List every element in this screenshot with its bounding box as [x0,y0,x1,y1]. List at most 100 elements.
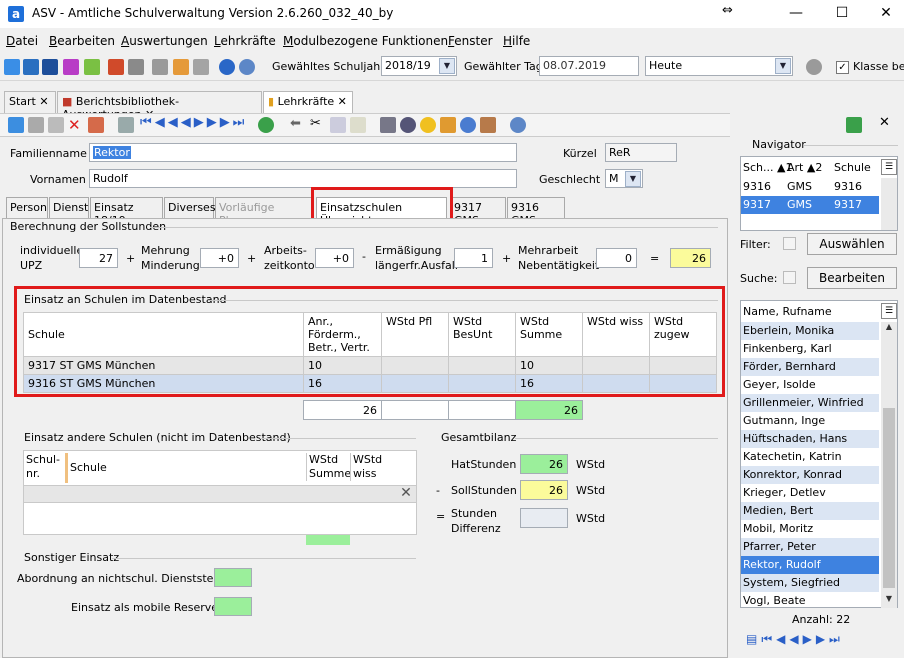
navigation-icons[interactable]: ⏮◀◀◀▶▶▶⏭ [140,115,247,130]
tab-einsatz[interactable]: Einsatz 18/19 [90,197,163,227]
bearbeiten-button[interactable]: Bearbeiten [807,267,897,289]
list-item[interactable]: Hüftschaden, Hans [741,430,879,448]
menu-fenster[interactable]: Fenster [448,34,493,48]
column-chooser-icon[interactable]: ☰ [881,159,897,175]
preview-icon[interactable] [400,117,416,133]
menu-lehrkraefte[interactable]: Lehrkräfte [214,34,276,48]
scrollbar[interactable] [881,178,897,230]
print-icon[interactable] [380,117,396,133]
column-chooser-icon[interactable]: ☰ [881,303,897,319]
kuerzel-field[interactable]: ReR [605,143,677,162]
tab-dienst[interactable]: Dienst [49,197,89,218]
list-item[interactable]: System, Siegfried [741,574,879,592]
lock-icon[interactable] [806,59,822,75]
list-item[interactable]: Gutmann, Inge [741,412,879,430]
mail-icon[interactable] [88,117,104,133]
close-icon[interactable]: ✕ [39,95,48,108]
list-item[interactable]: Krieger, Detlev [741,484,879,502]
schuljahr-select[interactable]: 2018/19 ▼ [381,56,457,76]
arbeitszeit-field[interactable]: +0 [315,248,354,268]
heute-select[interactable]: Heute ▼ [645,56,793,76]
column-resize-handle[interactable] [65,453,68,483]
list-item[interactable]: Mobil, Moritz [741,520,879,538]
grid-icon[interactable] [118,117,134,133]
table-row[interactable] [24,485,416,503]
clock-icon[interactable] [460,117,476,133]
menu-modulbezogene-funktionen[interactable]: Modulbezogene Funktionen [283,34,448,48]
list-item[interactable]: 9317 GMS 9317 [741,196,879,214]
list-item[interactable]: Pfarrer, Peter [741,538,879,556]
col-header-wstd-wiss[interactable]: WStd wiss [350,453,394,481]
col-header-schulnr[interactable]: Schul- nr. [26,453,64,481]
auswaehlen-button[interactable]: Auswählen [807,233,897,255]
chevron-down-icon[interactable]: ▼ [881,594,897,608]
col-header-schule[interactable]: Schule [834,161,871,174]
klasse-checkbox[interactable]: ✓ [836,61,849,74]
col-header-art[interactable]: Art ▲2 [787,161,822,174]
list-item[interactable]: Medien, Bert [741,502,879,520]
help-icon[interactable] [510,117,526,133]
col-header-wstd-summe[interactable]: WStd Summe [306,453,351,481]
tab-lehrkraefte[interactable]: ▮ Lehrkräfte ✕ [263,91,353,114]
calendar-icon[interactable] [173,59,189,75]
list-item[interactable]: Förder, Bernhard [741,358,879,376]
mobile-reserve-field[interactable] [214,597,252,616]
tab-start[interactable]: Start ✕ [4,91,56,113]
paste-icon[interactable] [350,117,366,133]
col-header-schulnr[interactable]: Sch... ▲1 [743,161,792,174]
delete-icon[interactable]: ✕ [68,116,81,134]
help-icon[interactable] [239,59,255,75]
list-item[interactable]: 9316 GMS 9316 [741,178,879,196]
refresh-icon[interactable] [846,117,862,133]
scrollbar-thumb[interactable] [883,408,895,588]
vornamen-field[interactable]: Rudolf [89,169,517,188]
subjects-icon[interactable] [63,59,79,75]
suche-checkbox[interactable] [783,271,796,284]
col-header-name[interactable]: Name, Rufname [743,305,832,318]
teacher-icon[interactable] [42,59,58,75]
delete-icon[interactable]: ✕ [396,485,416,503]
minimize-button[interactable]: — [786,4,806,22]
refresh-icon[interactable] [258,117,274,133]
list-item[interactable]: Konrektor, Konrad [741,466,879,484]
navigator-paging-icons[interactable]: ▤⏮◀◀▶▶⏭ [746,632,844,647]
upz-field[interactable]: 27 [79,248,118,268]
familienname-field[interactable]: Rektor [89,143,517,162]
chevron-up-icon[interactable]: ▲ [881,322,897,336]
tab-vorlaeufige-planung[interactable]: Vorläufige Planung [215,197,313,227]
info-icon[interactable] [219,59,235,75]
new-record-icon[interactable] [8,117,24,133]
menu-auswertungen[interactable]: Auswertungen [121,34,208,48]
bulb-icon[interactable] [420,117,436,133]
person-card-icon[interactable] [480,117,496,133]
menu-datei[interactable]: Datei [6,34,38,48]
chevron-down-icon[interactable]: ▼ [775,58,791,74]
close-window-button[interactable]: ✕ [876,4,896,22]
scrollbar[interactable]: ▲ ▼ [881,322,897,608]
tab-9317-gms[interactable]: 9317 GMS [450,197,506,227]
abordnung-field[interactable] [214,568,252,587]
mehrung-field[interactable]: +0 [200,248,239,268]
mehrarbeit-field[interactable]: 0 [596,248,637,268]
menu-bearbeiten[interactable]: Bearbeiten [49,34,115,48]
geschlecht-select[interactable]: M ▼ [605,169,643,188]
back-arrow-icon[interactable]: ⬅ [290,116,301,131]
tag-field[interactable]: 08.07.2019 [539,56,639,76]
filter-checkbox[interactable] [783,237,796,250]
flash-icon[interactable] [193,59,209,75]
list-item[interactable]: Vogl, Beate [741,592,879,610]
maximize-button[interactable]: ☐ [832,4,852,22]
list-item[interactable]: Finkenberg, Karl [741,340,879,358]
list-item[interactable]: Eberlein, Monika [741,322,879,340]
ermaessigung-field[interactable]: 1 [454,248,493,268]
col-header-schule[interactable]: Schule [70,461,107,474]
tab-diverses[interactable]: Diverses [164,197,216,218]
list-item[interactable]: Geyer, Isolde [741,376,879,394]
save-icon[interactable] [28,117,44,133]
report-icon[interactable] [108,59,124,75]
chevron-down-icon[interactable]: ▼ [625,171,641,187]
tab-berichtsbibliothek[interactable]: ■ Berichtsbibliothek-Auswertungen ✕ [57,91,262,121]
close-navigator-icon[interactable]: ✕ [879,115,890,130]
copy-icon[interactable] [152,59,168,75]
close-icon[interactable]: ✕ [338,95,347,108]
